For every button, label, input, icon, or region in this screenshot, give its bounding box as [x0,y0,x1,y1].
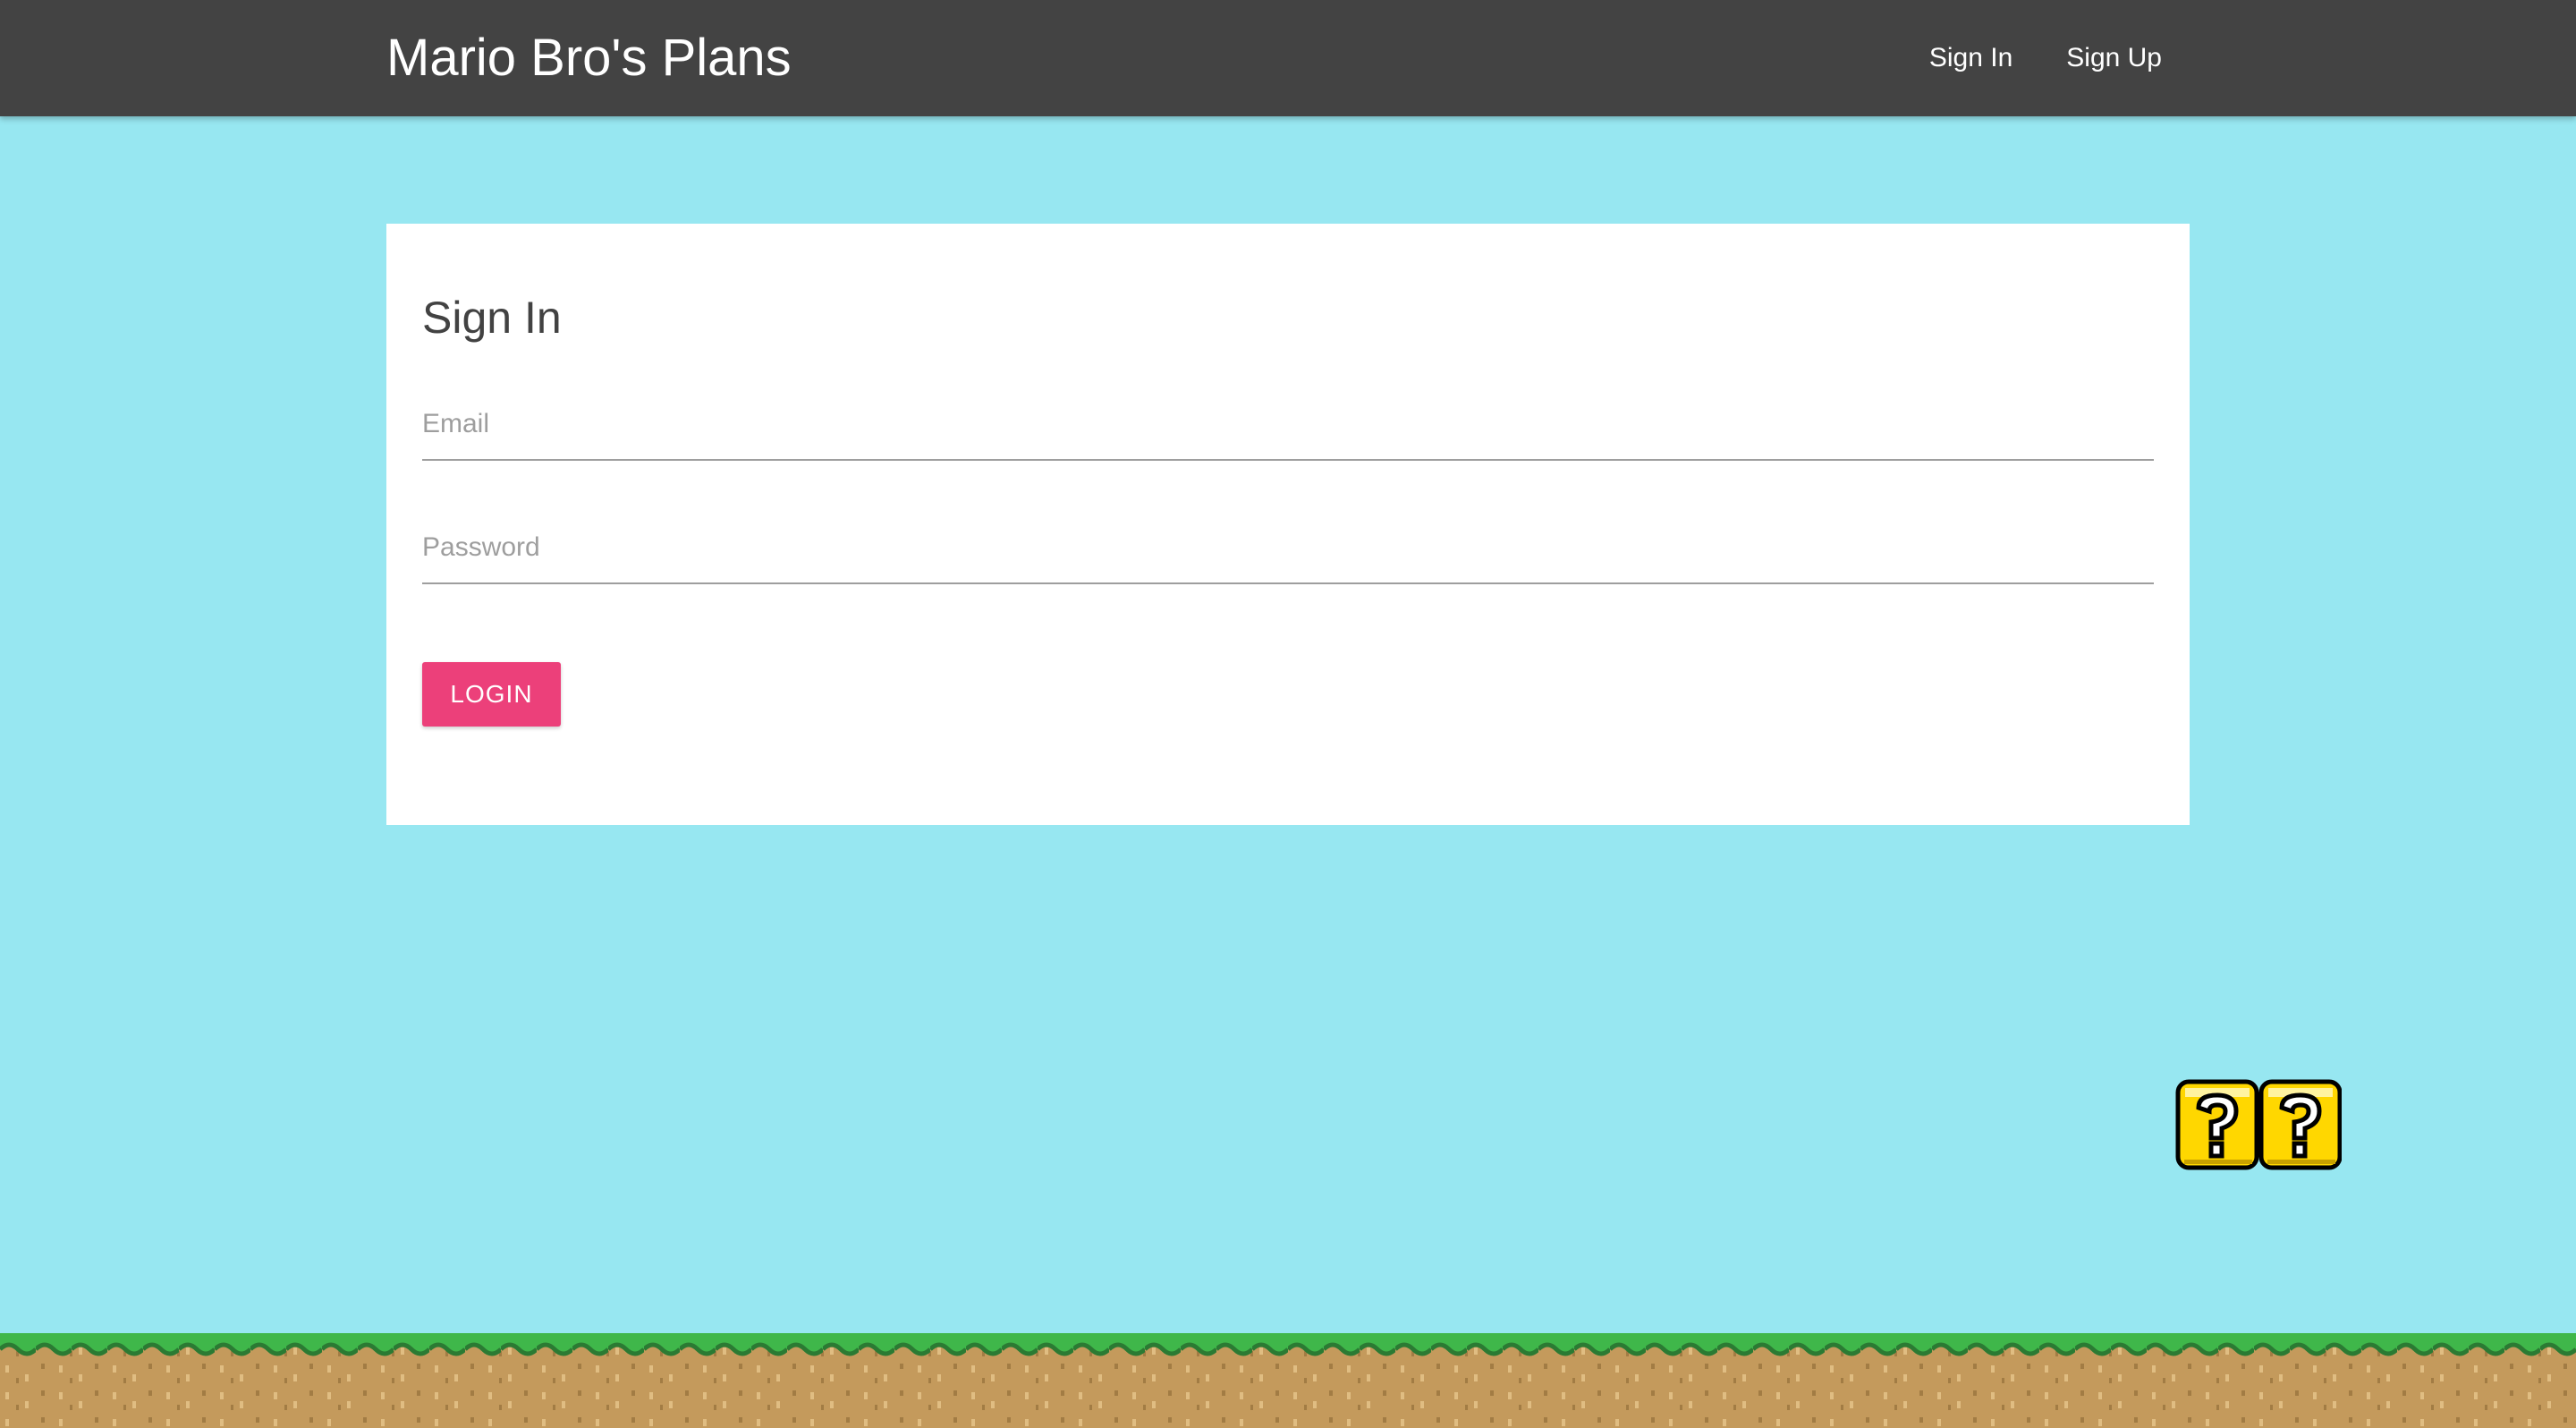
question-blocks [2175,1079,2342,1170]
question-block-icon [2258,1079,2342,1170]
nav-links: Sign In Sign Up [1929,0,2162,116]
email-input[interactable] [422,389,2154,461]
nav-sign-in-link[interactable]: Sign In [1929,43,2012,73]
sign-in-title: Sign In [422,293,562,343]
sign-in-card: Sign In LOGIN [386,224,2190,825]
login-button[interactable]: LOGIN [422,662,561,727]
nav-sign-up-link[interactable]: Sign Up [2066,43,2162,73]
brand-logo[interactable]: Mario Bro's Plans [386,0,792,116]
top-navbar: Mario Bro's Plans Sign In Sign Up [0,0,2576,116]
question-block-icon [2175,1079,2259,1170]
grass-ground [0,1333,2576,1428]
password-input[interactable] [422,513,2154,584]
